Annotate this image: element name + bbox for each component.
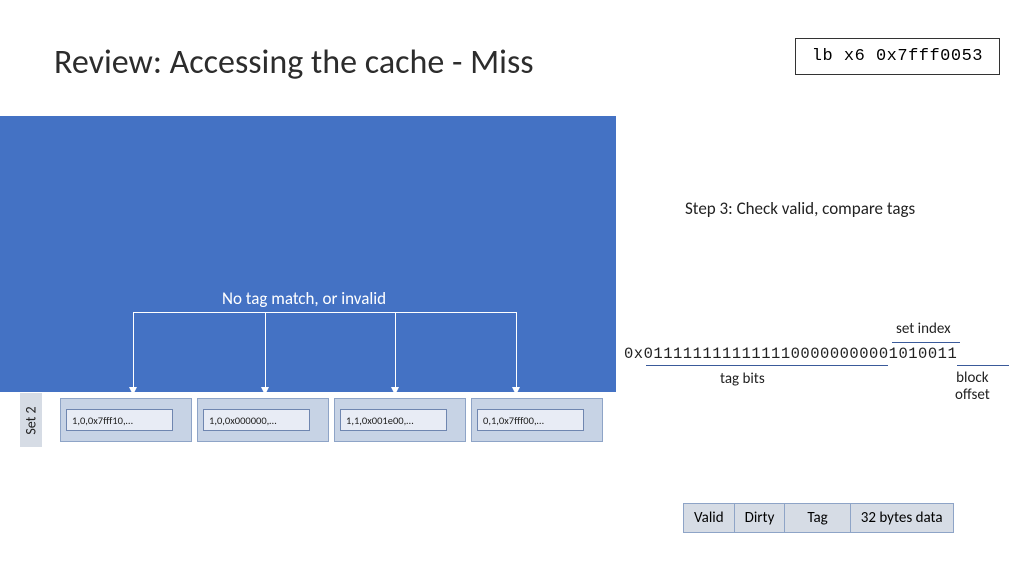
legend-data: 32 bytes data xyxy=(851,504,953,532)
label-index: set index xyxy=(896,320,951,338)
miss-message: No tag match, or invalid xyxy=(222,288,386,309)
legend-tag: Tag xyxy=(785,504,850,532)
underline-index xyxy=(892,342,960,343)
way-3: 0,1,0x7fff00,… xyxy=(471,398,603,442)
label-tag: tag bits xyxy=(720,370,765,388)
connector-h xyxy=(133,312,516,313)
underline-offset xyxy=(957,365,1009,366)
way-0: 1,0,0x7fff10,… xyxy=(60,398,192,442)
address-bits: 0x01111111111111100000000001010011 xyxy=(624,345,957,363)
legend-dirty: Dirty xyxy=(735,504,786,532)
way-3-data: 0,1,0x7fff00,… xyxy=(477,409,584,431)
way-2: 1,1,0x001e00,… xyxy=(334,398,466,442)
arrow-way1 xyxy=(265,312,266,394)
slide-title: Review: Accessing the cache - Miss xyxy=(54,42,534,83)
way-1: 1,0,0x000000,… xyxy=(197,398,329,442)
entry-legend: Valid Dirty Tag 32 bytes data xyxy=(683,503,954,533)
arrow-way0 xyxy=(133,312,134,394)
label-offset: block offset xyxy=(955,370,990,405)
arrow-way2 xyxy=(395,312,396,394)
set-label: Set 2 xyxy=(20,393,42,447)
way-2-data: 1,1,0x001e00,… xyxy=(340,409,447,431)
instruction-box: lb x6 0x7fff0053 xyxy=(795,38,1000,75)
arrow-way3 xyxy=(516,312,517,394)
way-0-data: 1,0,0x7fff10,… xyxy=(66,409,173,431)
step-text: Step 3: Check valid, compare tags xyxy=(685,198,915,219)
underline-tag xyxy=(646,365,888,366)
way-1-data: 1,0,0x000000,… xyxy=(203,409,310,431)
legend-valid: Valid xyxy=(684,504,735,532)
